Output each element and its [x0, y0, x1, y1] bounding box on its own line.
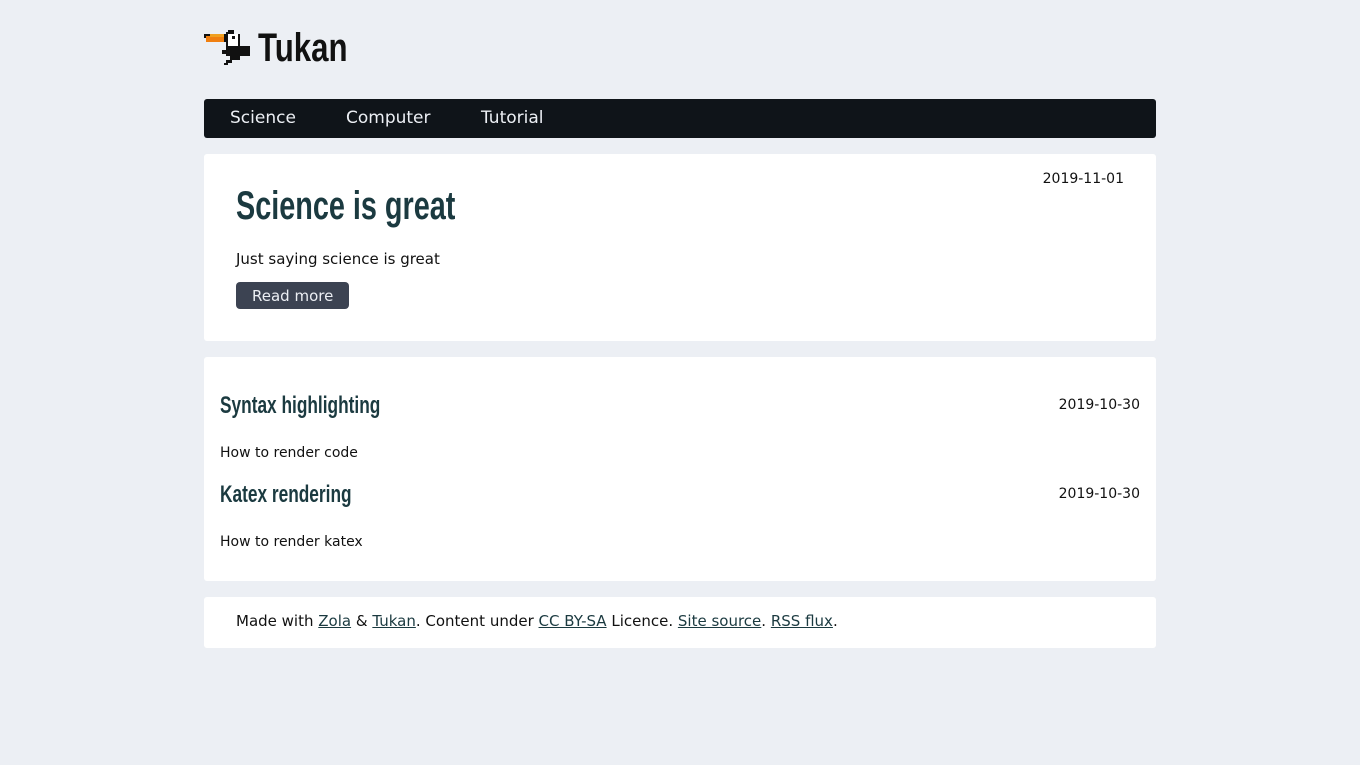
featured-post-card: 2019-11-01 Science is great Just saying …	[204, 154, 1156, 341]
footer-made-with: Made with	[236, 612, 314, 630]
main-nav: Science Computer Tutorial	[204, 99, 1156, 138]
footer: Made with Zola & Tukan. Content under CC…	[204, 597, 1156, 648]
nav-item-computer[interactable]: Computer	[346, 99, 431, 138]
page-wrapper: Tukan Science Computer Tutorial 2019-11-…	[204, 0, 1156, 648]
post-summary: How to render code	[220, 445, 358, 461]
site-title[interactable]: Tukan	[258, 26, 348, 71]
post-summary: How to render katex	[220, 534, 363, 550]
footer-licence: Licence.	[611, 612, 674, 630]
post-date: 2019-10-30	[1058, 486, 1140, 502]
post-date: 2019-10-30	[1058, 397, 1140, 413]
footer-dot: .	[761, 612, 767, 630]
read-more-button[interactable]: Read more	[236, 282, 350, 309]
zola-link[interactable]: Zola	[318, 612, 351, 630]
tukan-link[interactable]: Tukan	[372, 612, 416, 630]
post-title-katex-rendering[interactable]: Katex rendering	[220, 481, 352, 509]
featured-post-title[interactable]: Science is great	[236, 184, 455, 229]
footer-content-under: . Content under	[415, 612, 534, 630]
featured-post-date: 2019-11-01	[1042, 171, 1124, 187]
rss-link[interactable]: RSS flux	[771, 612, 833, 630]
nav-item-tutorial[interactable]: Tutorial	[481, 99, 544, 138]
post-title-syntax-highlighting[interactable]: Syntax highlighting	[220, 392, 380, 420]
footer-dot: .	[832, 612, 838, 630]
site-source-link[interactable]: Site source	[678, 612, 761, 630]
header: Tukan	[204, 0, 1156, 99]
license-link[interactable]: CC BY-SA	[539, 612, 607, 630]
post-list-card: Syntax highlighting 2019-10-30 How to re…	[204, 357, 1156, 581]
toucan-logo-icon[interactable]	[204, 30, 250, 68]
footer-text: Made with Zola & Tukan. Content under CC…	[236, 612, 838, 630]
featured-post-summary: Just saying science is great	[236, 250, 440, 268]
footer-amp: &	[355, 612, 368, 630]
nav-item-science[interactable]: Science	[230, 99, 296, 138]
